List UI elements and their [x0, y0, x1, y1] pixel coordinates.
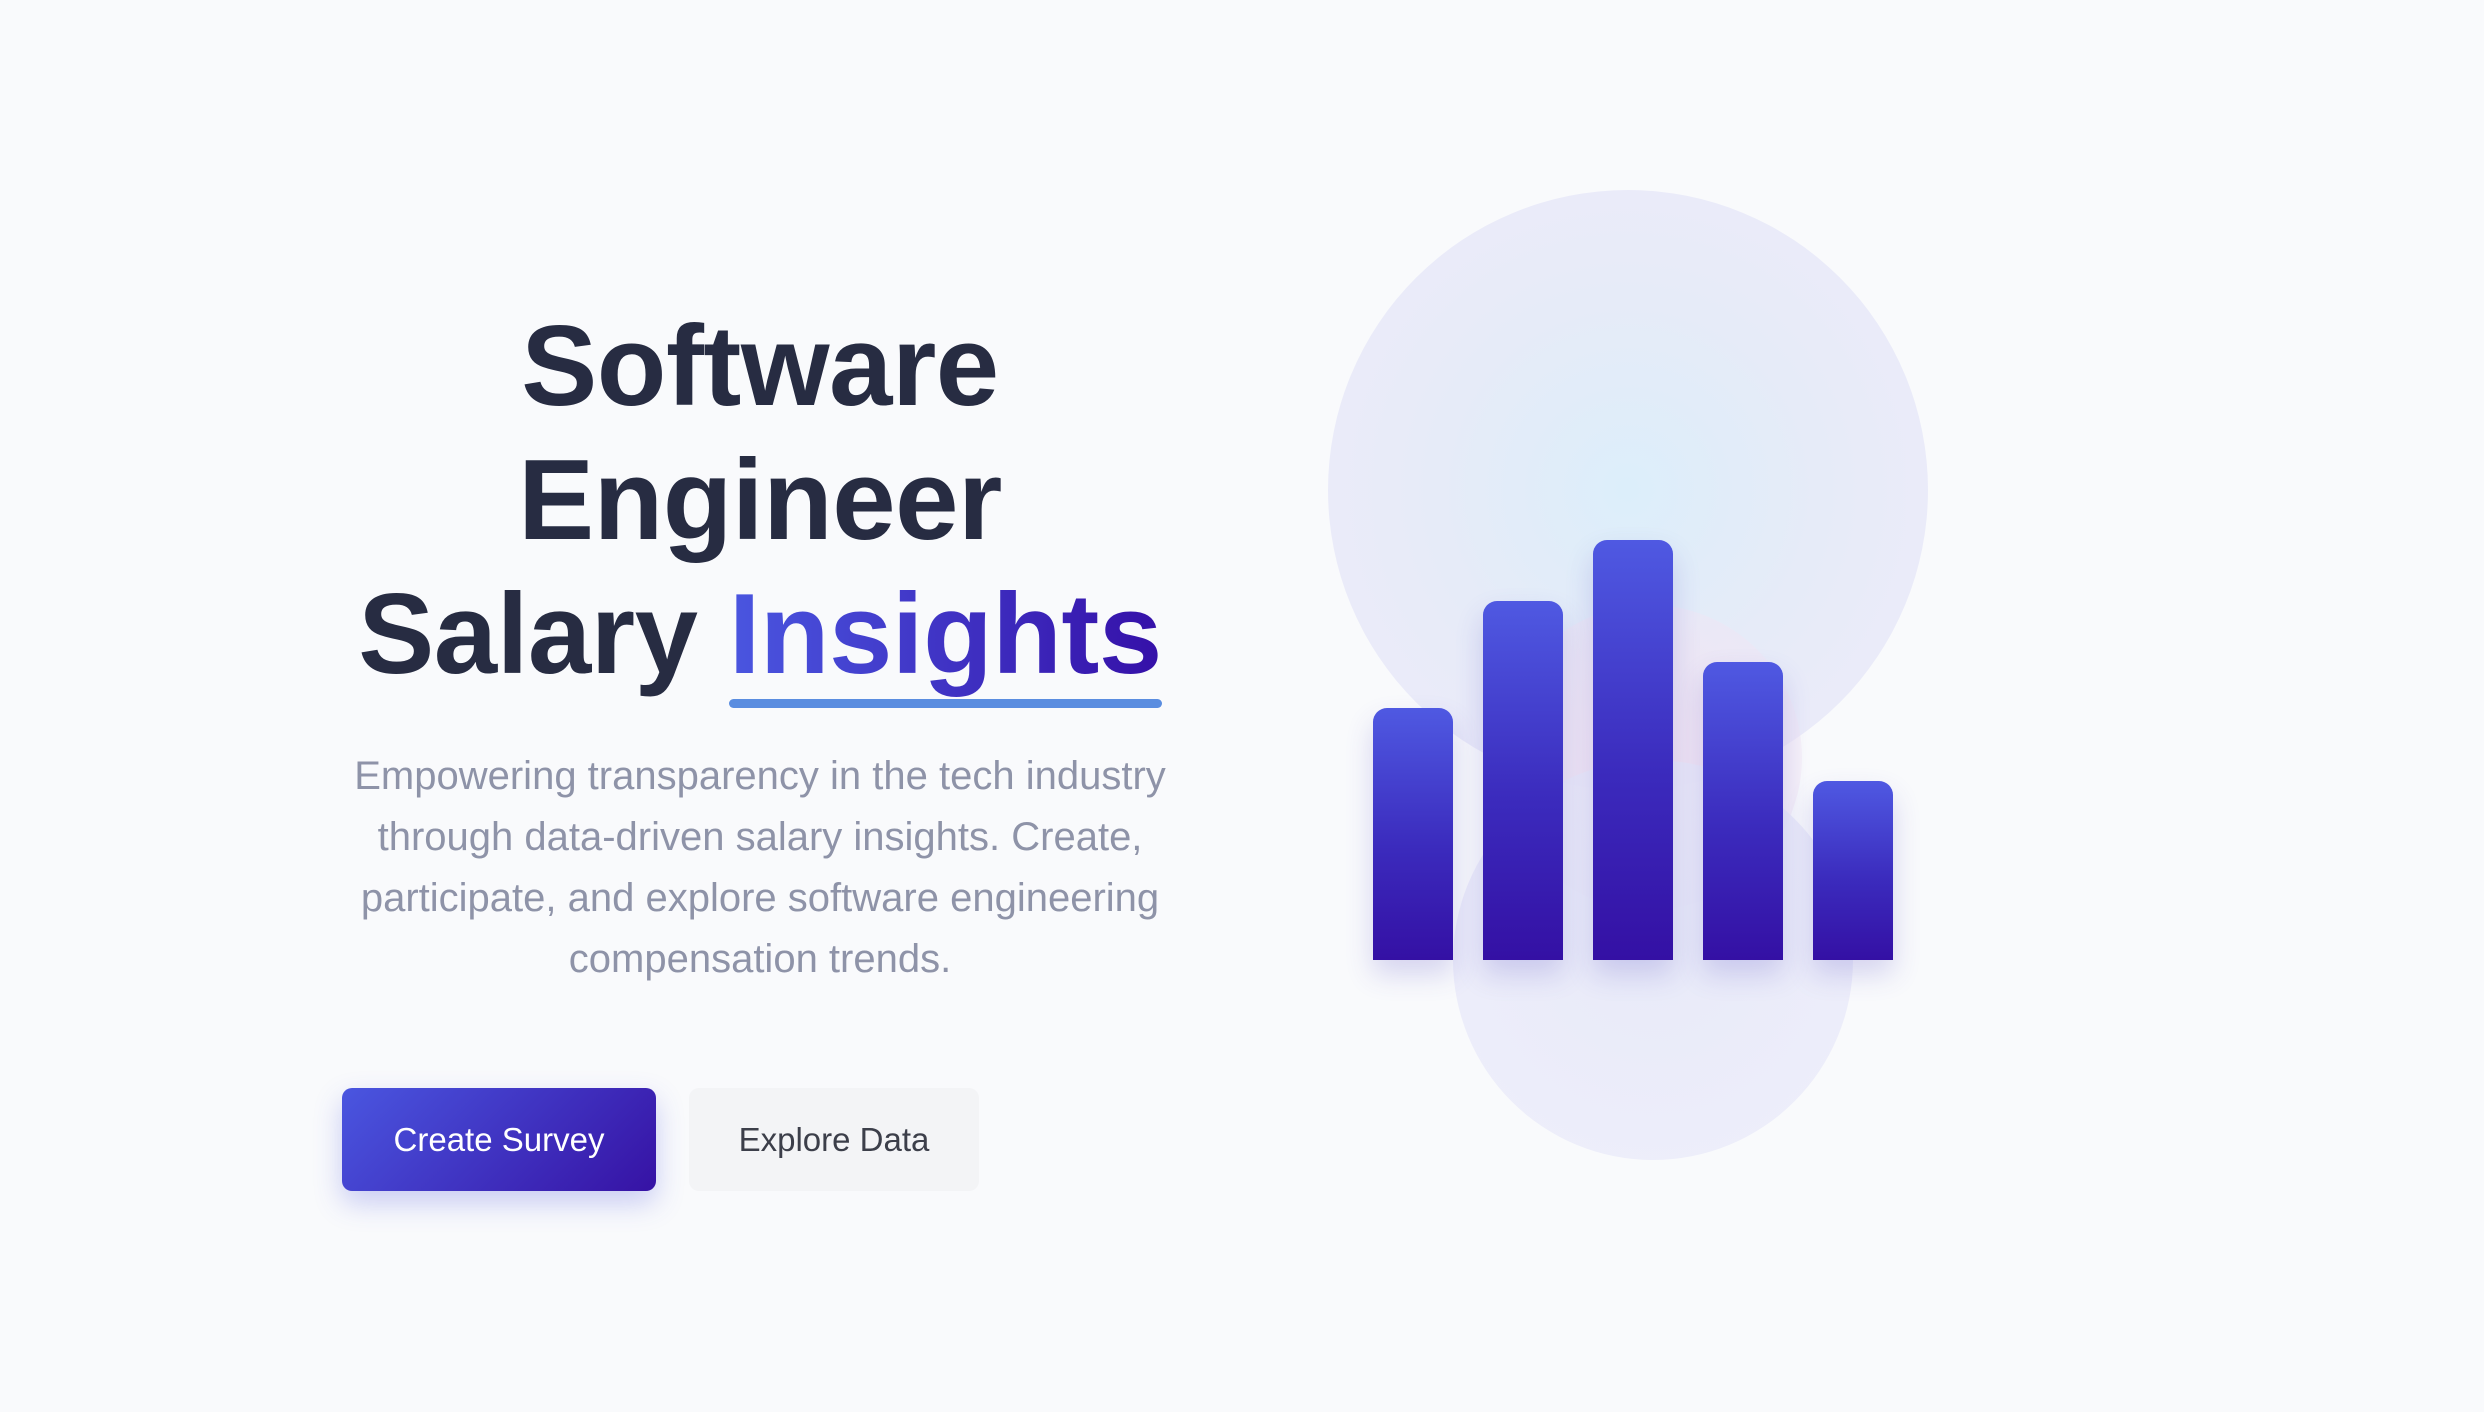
hero-title-line-3: Salary Insights [320, 568, 1200, 708]
highlight-underline [728, 699, 1162, 708]
hero-title-highlight-text: Insights [728, 571, 1162, 698]
hero-title-prefix: Salary [358, 571, 729, 698]
explore-data-button[interactable]: Explore Data [689, 1088, 979, 1191]
illustration-bar [1813, 781, 1893, 960]
hero-title-highlight: Insights [728, 568, 1162, 708]
illustration-bar [1373, 708, 1453, 960]
hero-title: Software Engineer Salary Insights [320, 300, 1200, 708]
illustration-bar [1593, 540, 1673, 960]
illustration-bar [1483, 601, 1563, 960]
bar-chart-illustration [1300, 160, 2000, 1180]
cta-buttons: Create Survey Explore Data [342, 1088, 979, 1191]
illustration-bar [1703, 662, 1783, 960]
hero-subtitle: Empowering transparency in the tech indu… [354, 754, 1166, 981]
hero-text-block: Software Engineer Salary Insights Empowe… [320, 300, 1200, 990]
create-survey-button[interactable]: Create Survey [342, 1088, 656, 1191]
hero-title-line-2: Engineer [518, 437, 1002, 564]
hero-title-line-1: Software [521, 303, 999, 430]
